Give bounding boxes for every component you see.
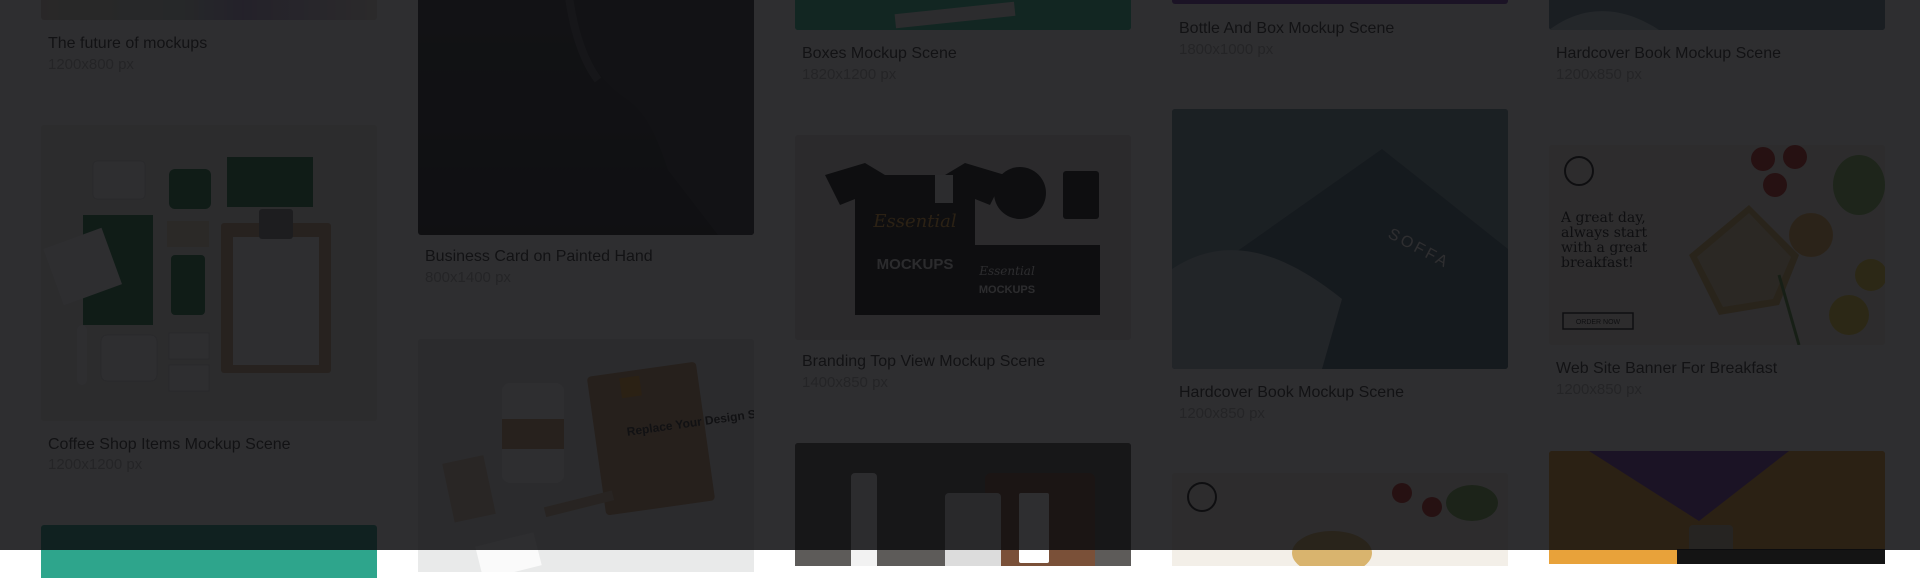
order-now-text: ORDER NOW xyxy=(1576,319,1621,326)
card-thumbnail xyxy=(41,125,377,421)
mockup-card[interactable] xyxy=(34,518,384,578)
mockup-card[interactable]: Coffee Shop Items Mockup Scene 1200x1200… xyxy=(34,118,384,488)
card-thumbnail: Essential MOCKUPS Essential MOCKUPS xyxy=(795,135,1131,340)
card-thumbnail xyxy=(1172,0,1508,4)
card-title: Boxes Mockup Scene xyxy=(802,45,957,62)
card-size: 1200x1200 px xyxy=(48,456,143,473)
card-title: Business Card on Painted Hand xyxy=(425,248,653,265)
card-thumbnail: A great day, always start with a great b… xyxy=(1549,145,1885,345)
card-title: Coffee Shop Items Mockup Scene xyxy=(48,436,291,453)
card-thumbnail xyxy=(1172,473,1508,566)
coffee-shop-mockup-image xyxy=(41,125,377,421)
hardcover-book-image: SOFFA xyxy=(1172,109,1508,369)
card-title: Bottle And Box Mockup Scene xyxy=(1179,20,1395,37)
card-size: 800x1400 px xyxy=(425,269,511,286)
card-mockups-text: MOCKUPS xyxy=(979,284,1035,296)
mockup-card[interactable] xyxy=(1165,466,1515,566)
card-title: Web Site Banner For Breakfast xyxy=(1556,360,1778,377)
web-banner-image: A great day, always start with a great b… xyxy=(1549,145,1885,345)
card-title: Hardcover Book Mockup Scene xyxy=(1179,384,1404,401)
card-size: 1200x850 px xyxy=(1179,405,1265,422)
card-thumbnail xyxy=(41,525,377,578)
bottle-and-box-image xyxy=(1549,451,1885,564)
mockup-card[interactable]: Hardcover Book Mockup Scene 1200x850 px xyxy=(1542,0,1892,96)
card-essential-text: Essential xyxy=(978,264,1035,278)
banner-headline: A great day, always start with a great b… xyxy=(1561,211,1648,271)
bottle-scene-image xyxy=(795,443,1131,566)
card-size: 1200x850 px xyxy=(1556,66,1642,83)
breakfast-banner-image xyxy=(1172,473,1508,566)
card-thumbnail xyxy=(41,0,377,20)
mockup-card[interactable] xyxy=(788,436,1138,566)
mockup-card[interactable]: Bottle And Box Mockup Scene 1800x1000 px xyxy=(1165,0,1515,74)
card-thumbnail xyxy=(1549,0,1885,30)
hardcover-book-thumb xyxy=(1549,0,1885,30)
mockup-card[interactable]: SOFFA Hardcover Book Mockup Scene 1200x8… xyxy=(1165,102,1515,438)
tshirt-essential-text: Essential xyxy=(872,211,957,232)
painted-hand-image xyxy=(565,0,754,235)
mockup-card[interactable]: Boxes Mockup Scene 1820x1200 px xyxy=(788,0,1138,100)
boxes-image xyxy=(795,0,1131,30)
card-size: 1200x800 px xyxy=(48,56,134,73)
card-size: 1200x850 px xyxy=(1556,381,1642,398)
card-title: Branding Top View Mockup Scene xyxy=(802,353,1046,370)
mockup-card[interactable]: A great day, always start with a great b… xyxy=(1542,138,1892,414)
card-title: Hardcover Book Mockup Scene xyxy=(1556,45,1781,62)
tshirt-mockups-text: MOCKUPS xyxy=(877,256,954,273)
card-thumbnail: SOFFA xyxy=(1172,109,1508,369)
card-thumbnail: Replace Your Design Show Your Own Work H… xyxy=(418,339,754,572)
branding-top-view-image: Essential MOCKUPS Essential MOCKUPS xyxy=(795,135,1131,340)
card-thumbnail xyxy=(1549,451,1885,564)
card-thumbnail xyxy=(795,0,1131,30)
card-title: The future of mockups xyxy=(48,35,208,52)
mockup-card[interactable]: Business Card on Painted Hand 800x1400 p… xyxy=(411,0,761,302)
card-size: 1800x1000 px xyxy=(1179,41,1274,58)
mockup-card[interactable]: The future of mockups 1200x800 px xyxy=(34,0,384,88)
mockup-card[interactable]: Replace Your Design Show Your Own Work H… xyxy=(411,332,761,572)
coffee-packaging-image: Replace Your Design Show Your Own Work H… xyxy=(418,339,754,572)
card-size: 1820x1200 px xyxy=(802,66,897,83)
card-size: 1400x850 px xyxy=(802,374,888,391)
mockup-gallery-grid: The future of mockups 1200x800 px Coffee… xyxy=(0,0,1920,578)
mockup-card[interactable]: Essential MOCKUPS Essential MOCKUPS Bran… xyxy=(788,128,1138,408)
mockup-card[interactable] xyxy=(1542,444,1892,564)
card-thumbnail xyxy=(418,0,754,235)
card-thumbnail xyxy=(795,443,1131,566)
